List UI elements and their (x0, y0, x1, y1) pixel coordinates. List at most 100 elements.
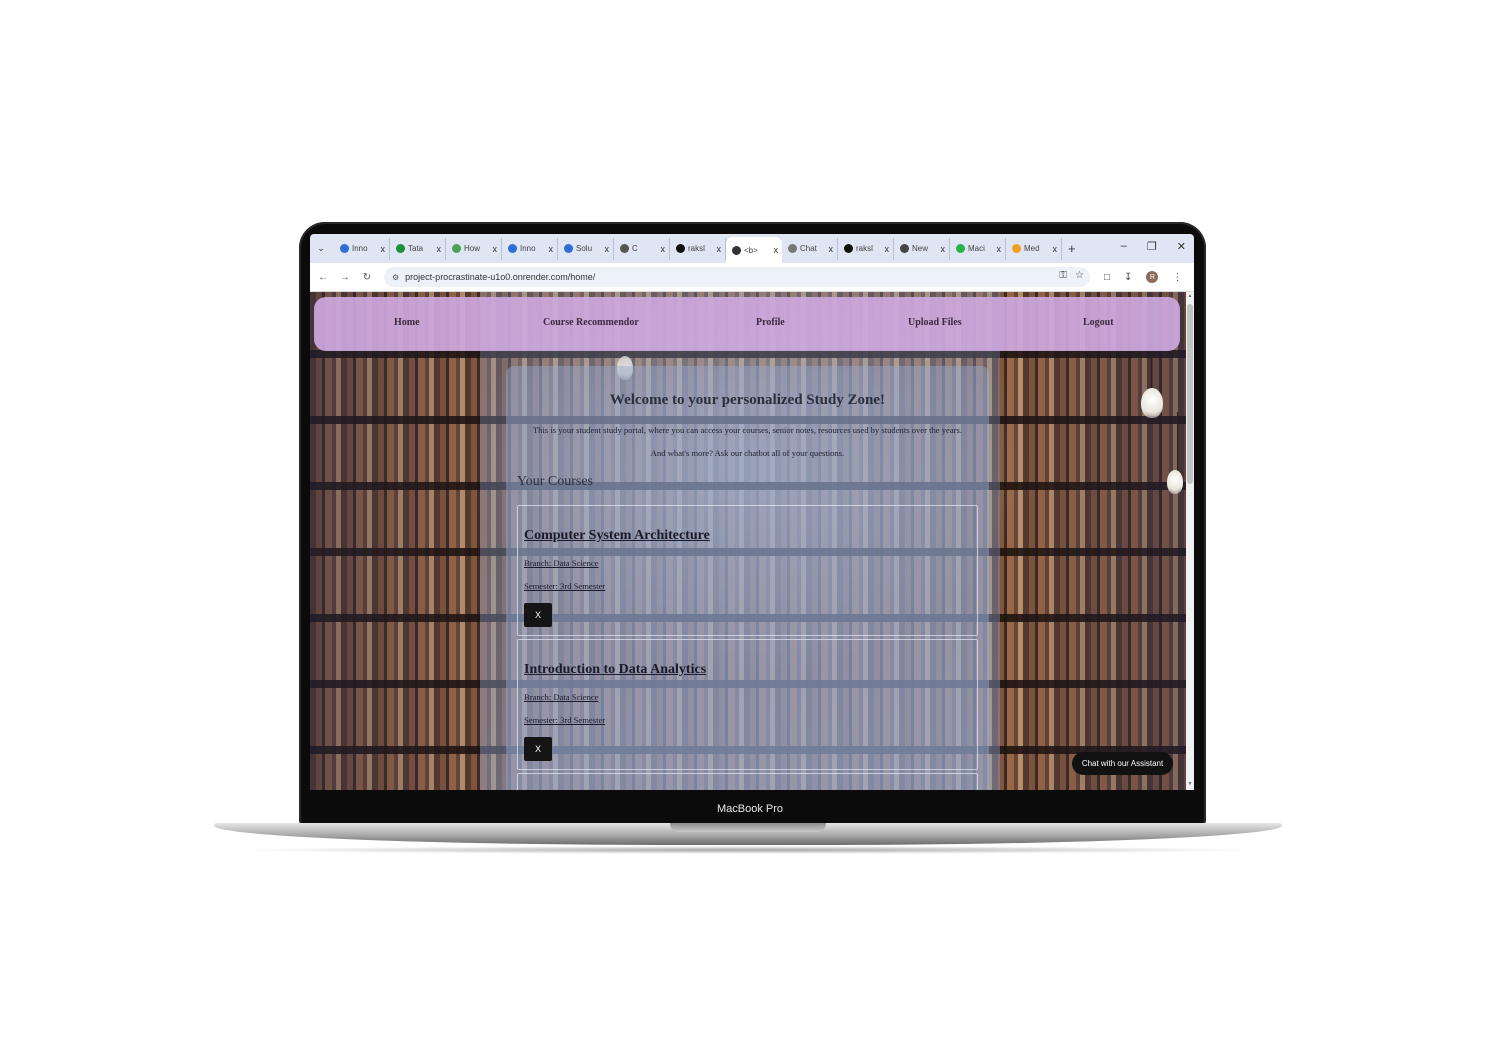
browser-tab[interactable]: raksl x (838, 237, 894, 260)
course-card: Computer System Architecture Branch: Dat… (517, 505, 978, 636)
browser-toolbar: ← → ↻ ⚙ project-procrastinate-u1o0.onren… (310, 263, 1194, 292)
tab-close-icon[interactable]: x (997, 244, 1002, 254)
tab-label: C (632, 244, 638, 253)
password-key-icon[interactable]: ⚿ (1059, 270, 1067, 281)
tab-close-icon[interactable]: x (941, 244, 946, 254)
browser-tab[interactable]: Inno x (334, 237, 390, 260)
page-content: Home Course Recommendor Profile Upload F… (310, 292, 1186, 790)
laptop-shadow (230, 846, 1266, 854)
nav-upload-files[interactable]: Upload Files (908, 317, 962, 328)
tab-close-icon[interactable]: x (885, 244, 890, 254)
tab-label: Solu (576, 244, 593, 253)
tab-close-icon[interactable]: x (774, 245, 779, 255)
lightbulb-icon (1167, 470, 1183, 494)
address-bar[interactable]: ⚙ project-procrastinate-u1o0.onrender.co… (384, 267, 1090, 287)
browser-tab[interactable]: Inno x (502, 237, 558, 260)
extensions-icon[interactable]: □ (1104, 272, 1110, 283)
device-label: MacBook Pro (716, 803, 784, 815)
profile-avatar[interactable]: R (1146, 271, 1159, 283)
nav-logout[interactable]: Logout (1083, 317, 1114, 328)
tab-label: Tata (408, 244, 424, 253)
kebab-menu-icon[interactable]: ⋮ (1172, 272, 1182, 283)
restore-icon[interactable]: ❐ (1147, 240, 1157, 253)
tab-favicon-icon (508, 244, 517, 253)
course-card (517, 773, 978, 790)
course-card: Introduction to Data Analytics Branch: D… (517, 639, 978, 770)
tab-close-icon[interactable]: x (605, 244, 610, 254)
course-branch-link[interactable]: Branch: Data Science (524, 692, 598, 702)
tab-favicon-icon (396, 244, 405, 253)
site-settings-icon[interactable]: ⚙ (392, 273, 399, 282)
tab-favicon-icon (676, 244, 685, 253)
browser-tab[interactable]: Cx (614, 237, 670, 260)
minimize-icon[interactable]: – (1121, 240, 1127, 253)
tab-favicon-icon (564, 244, 573, 253)
tab-label: raksl (688, 244, 705, 253)
tab-favicon-icon (340, 244, 349, 253)
chat-assistant-button[interactable]: Chat with our Assistant (1072, 752, 1173, 775)
reload-icon[interactable]: ↻ (358, 268, 376, 286)
scroll-up-arrow-icon[interactable]: ▲ (1186, 293, 1194, 301)
laptop-notch (670, 823, 826, 832)
tab-favicon-icon (620, 244, 629, 253)
tab-close-icon[interactable]: x (1053, 244, 1058, 254)
browser-tab[interactable]: Maci x (950, 237, 1006, 260)
window-controls: – ❐ ✕ (1121, 240, 1186, 253)
remove-course-button[interactable]: X (524, 603, 552, 627)
tab-label: Maci (968, 244, 985, 253)
nav-course-recommendor[interactable]: Course Recommendor (543, 317, 639, 328)
course-semester-link[interactable]: Semester: 3rd Semester (524, 715, 605, 725)
tab-close-icon[interactable]: x (661, 244, 666, 254)
browser-tab[interactable]: Tata x (390, 237, 446, 260)
tab-close-icon[interactable]: x (437, 244, 442, 254)
course-branch-link[interactable]: Branch: Data Science (524, 558, 598, 568)
close-window-icon[interactable]: ✕ (1177, 240, 1186, 253)
tab-label: Chat (800, 244, 817, 253)
browser-tab[interactable]: How x (446, 237, 502, 260)
courses-heading: Your Courses (517, 474, 593, 489)
course-title-link[interactable]: Computer System Architecture (524, 528, 710, 544)
tab-label: New (912, 244, 929, 253)
tab-label: Med (1024, 244, 1040, 253)
tab-close-icon[interactable]: x (381, 244, 386, 254)
remove-course-button[interactable]: X (524, 737, 552, 761)
browser-tab[interactable]: New x (894, 237, 950, 260)
scroll-down-arrow-icon[interactable]: ▼ (1186, 781, 1194, 789)
browser-tab[interactable]: Solu x (558, 237, 614, 260)
browser-tab[interactable]: <b> x (726, 237, 782, 263)
lightbulb-icon (1141, 388, 1163, 418)
course-semester-link[interactable]: Semester: 3rd Semester (524, 581, 605, 591)
welcome-chatbot-note: And what's more? Ask our chatbot all of … (650, 448, 845, 458)
nav-profile[interactable]: Profile (756, 317, 785, 328)
browser-tab[interactable]: raksl x (670, 237, 726, 260)
tab-close-icon[interactable]: x (493, 244, 498, 254)
forward-arrow-icon[interactable]: → (336, 268, 354, 286)
course-title-link[interactable]: Introduction to Data Analytics (524, 662, 706, 678)
download-icon[interactable]: ↧ (1124, 272, 1132, 283)
tab-close-icon[interactable]: x (829, 244, 834, 254)
back-arrow-icon[interactable]: ← (314, 268, 332, 286)
browser-tab[interactable]: Chat x (782, 237, 838, 260)
tab-label: raksl (856, 244, 873, 253)
welcome-description: This is your student study portal, where… (532, 425, 963, 435)
tab-label: How (464, 244, 481, 253)
tab-label: <b> (744, 245, 758, 255)
page-scrollbar[interactable]: ▲ ▼ (1186, 292, 1194, 790)
tab-label: Inno (352, 244, 368, 253)
url-text: project-procrastinate-u1o0.onrender.com/… (405, 272, 596, 282)
bookmark-star-icon[interactable]: ☆ (1075, 270, 1084, 281)
tab-favicon-icon (956, 244, 965, 253)
new-tab-button[interactable]: + (1068, 241, 1076, 256)
tab-close-icon[interactable]: x (549, 244, 554, 254)
nav-home[interactable]: Home (394, 317, 420, 328)
tab-label: Inno (520, 244, 536, 253)
tab-search-chevron-icon[interactable]: ⌄ (314, 242, 328, 256)
browser-tab-bar: ⌄ Inno x Tata x How x Inno x Solu x Cx raksl x <b> x Ch… (310, 234, 1194, 263)
tab-close-icon[interactable]: x (717, 244, 722, 254)
tab-favicon-icon (732, 245, 741, 255)
main-navbar: Home Course Recommendor Profile Upload F… (314, 297, 1180, 351)
scrollbar-thumb[interactable] (1187, 304, 1193, 484)
browser-tab[interactable]: Med x (1006, 237, 1062, 260)
study-zone-panel: Welcome to your personalized Study Zone!… (506, 366, 989, 790)
tab-favicon-icon (900, 244, 909, 253)
